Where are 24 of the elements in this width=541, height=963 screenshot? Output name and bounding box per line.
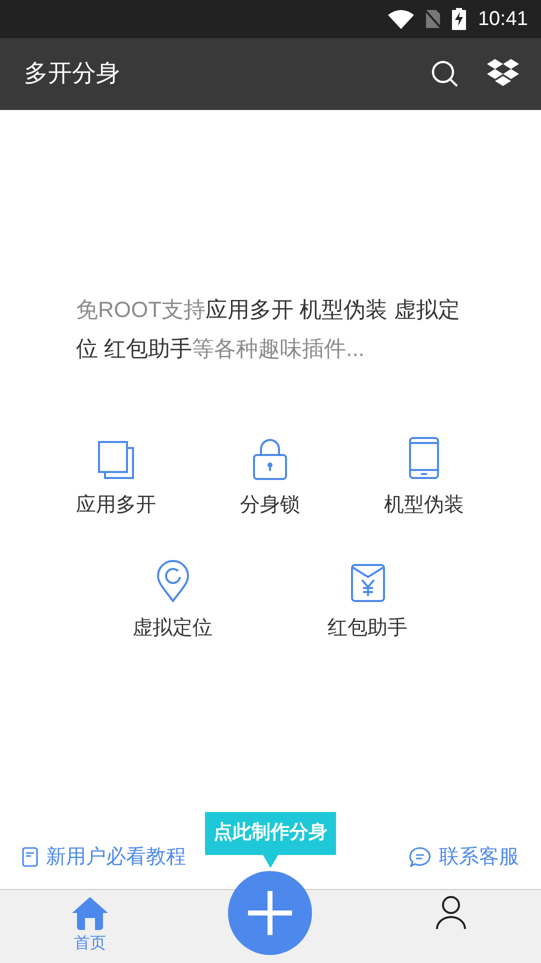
pointer-icon bbox=[263, 855, 278, 868]
intro-text: 免ROOT支持应用多开 机型伪装 虚拟定位 红包助手等各种趣味插件... bbox=[76, 296, 461, 363]
search-icon[interactable] bbox=[431, 60, 459, 88]
feature-label[interactable]: 机型伪装 bbox=[384, 490, 464, 520]
feature-label[interactable]: 虚拟定位 bbox=[132, 613, 212, 643]
no-sim-icon bbox=[424, 9, 442, 29]
feature-label[interactable]: 应用多开 bbox=[76, 490, 156, 520]
tooltip: 点此制作分身 bbox=[205, 812, 336, 855]
app-title: 多开分身 bbox=[24, 59, 121, 89]
envelope-icon bbox=[350, 563, 386, 603]
feature-label[interactable]: 分身锁 bbox=[240, 490, 300, 520]
copies-icon bbox=[97, 440, 135, 480]
chat-bubble-icon bbox=[409, 847, 431, 867]
clock-time: 10:41 bbox=[478, 7, 528, 32]
box-stack-icon[interactable] bbox=[487, 59, 519, 89]
location-pin-icon bbox=[156, 559, 190, 603]
plus-icon bbox=[248, 891, 292, 935]
wifi-icon bbox=[388, 9, 414, 29]
feature-label[interactable]: 红包助手 bbox=[328, 613, 408, 643]
phone-icon bbox=[408, 436, 440, 480]
home-icon bbox=[71, 896, 109, 930]
document-icon bbox=[22, 847, 38, 867]
battery-charging-icon bbox=[452, 8, 466, 30]
lock-icon bbox=[252, 438, 288, 480]
